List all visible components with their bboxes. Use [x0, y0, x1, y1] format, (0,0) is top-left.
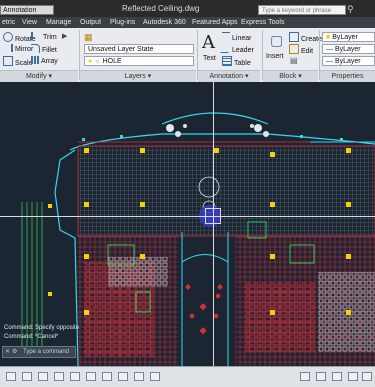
- current-layer-dropdown[interactable]: ● ☼ HOLE: [84, 56, 194, 66]
- table-icon: [222, 56, 232, 66]
- color-swatch-icon: ■: [326, 34, 331, 41]
- tab-featured-apps[interactable]: Featured Apps: [192, 17, 238, 28]
- crosshair-vertical: [213, 82, 214, 366]
- osnap-icon[interactable]: [102, 372, 112, 381]
- binoculars-icon[interactable]: ⚲: [347, 4, 354, 15]
- scale-icon: [3, 56, 13, 66]
- polar-icon[interactable]: [86, 372, 96, 381]
- annotation-scale-icon[interactable]: [300, 372, 310, 381]
- edit-block-button[interactable]: Edit: [289, 44, 313, 55]
- lineweight-icon: —: [326, 58, 333, 65]
- dynamic-input-icon[interactable]: [134, 372, 144, 381]
- isolate-objects-icon[interactable]: [348, 372, 358, 381]
- ortho-icon[interactable]: [70, 372, 80, 381]
- ribbon-tabs: etric View Manage Output Plug-ins Autode…: [0, 17, 375, 28]
- lightbulb-icon: ●: [88, 58, 93, 65]
- trim-button[interactable]: Trim: [31, 32, 57, 42]
- create-block-icon: [289, 32, 299, 42]
- layers-panel-label[interactable]: Layers ▾: [80, 70, 196, 82]
- model-space-icon[interactable]: [6, 372, 16, 381]
- modify-extra-icon[interactable]: ▶: [62, 32, 67, 40]
- insert-button[interactable]: Insert: [266, 52, 284, 62]
- tab-express-tools[interactable]: Express Tools: [241, 17, 284, 28]
- otrack-icon[interactable]: [118, 372, 128, 381]
- trim-icon: [31, 32, 41, 40]
- create-block-button[interactable]: Create: [289, 32, 322, 43]
- workspace-dropdown[interactable]: Annotation: [0, 5, 54, 15]
- crosshair-horizontal: [0, 216, 375, 217]
- status-bar: [0, 366, 375, 387]
- rotate-icon: [3, 32, 13, 42]
- tab-parametric[interactable]: etric: [2, 17, 15, 28]
- linetype-dropdown[interactable]: — ByLayer: [322, 44, 375, 54]
- lock-icon[interactable]: [332, 372, 342, 381]
- snap-icon[interactable]: [54, 372, 64, 381]
- lineweight-dropdown[interactable]: — ByLayer: [322, 56, 375, 66]
- ribbon: Rotate Trim Mirror Fillet Scale Array ▶ …: [0, 28, 375, 83]
- tab-plugins[interactable]: Plug-ins: [110, 17, 135, 28]
- linetype-icon: —: [326, 46, 333, 53]
- linear-button[interactable]: Linear: [222, 32, 251, 42]
- insert-block-icon[interactable]: ▢: [270, 32, 283, 49]
- layer-properties-icon[interactable]: ▦: [84, 32, 93, 43]
- scale-button[interactable]: Scale: [3, 56, 33, 67]
- linear-dimension-icon: [222, 32, 230, 41]
- cursor-pickbox: [205, 208, 221, 224]
- settings-icon[interactable]: ⚙: [12, 347, 17, 357]
- tab-manage[interactable]: Manage: [46, 17, 71, 28]
- layout-icon[interactable]: [22, 372, 32, 381]
- title-bar: Annotation Reflected Ceiling.dwg Type a …: [0, 0, 375, 17]
- block-panel-label[interactable]: Block ▾: [263, 70, 318, 82]
- fillet-icon: [31, 44, 40, 53]
- modify-panel-label[interactable]: Modify ▾: [0, 70, 78, 82]
- tab-view[interactable]: View: [22, 17, 37, 28]
- sun-icon: ☼: [94, 58, 101, 65]
- text-icon[interactable]: A: [202, 32, 215, 53]
- leader-button[interactable]: Leader: [220, 44, 254, 54]
- color-dropdown[interactable]: ■ ByLayer: [322, 32, 375, 42]
- lineweight-toggle-icon[interactable]: [150, 372, 160, 381]
- grid-icon[interactable]: [38, 372, 48, 381]
- mirror-button[interactable]: Mirror: [3, 44, 33, 54]
- edit-block-icon: [289, 44, 299, 54]
- layer-state-dropdown[interactable]: Unsaved Layer State: [84, 44, 194, 54]
- leader-icon: [220, 44, 232, 53]
- fullscreen-icon[interactable]: [362, 372, 372, 381]
- tab-output[interactable]: Output: [80, 17, 101, 28]
- tab-autodesk-360[interactable]: Autodesk 360: [143, 17, 186, 28]
- array-icon: [31, 56, 39, 64]
- fillet-button[interactable]: Fillet: [31, 44, 57, 54]
- workspace-switch-icon[interactable]: [316, 372, 326, 381]
- block-attribute-icon[interactable]: ▤: [290, 56, 298, 65]
- annotation-panel-label[interactable]: Annotation ▾: [198, 70, 260, 82]
- table-button[interactable]: Table: [222, 56, 251, 67]
- command-history-line: Command: *Cancel*: [4, 334, 59, 340]
- text-button[interactable]: Text: [203, 54, 216, 64]
- search-input[interactable]: Type a keyword or phrase: [258, 5, 346, 15]
- document-title: Reflected Ceiling.dwg: [122, 4, 200, 13]
- properties-panel-label[interactable]: Properties: [320, 70, 375, 82]
- command-input[interactable]: ✕ ⚙ Type a command: [2, 346, 76, 358]
- mirror-icon: [3, 44, 13, 52]
- array-button[interactable]: Array: [31, 56, 58, 66]
- close-icon[interactable]: ✕: [5, 347, 10, 357]
